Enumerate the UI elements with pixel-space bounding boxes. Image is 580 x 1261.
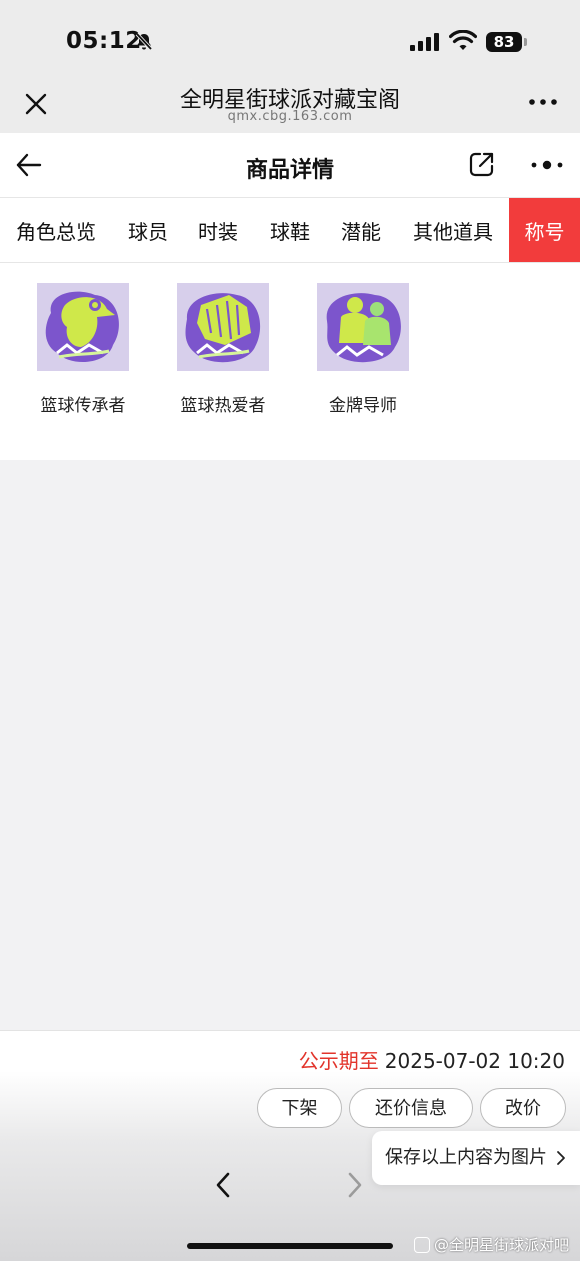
- chevron-right-icon: [556, 1131, 566, 1207]
- bottom-panel: 公示期至 2025-07-02 10:20 下架 还价信息 改价 保存以上内容为图…: [0, 1030, 580, 1261]
- more-options-icon[interactable]: [528, 90, 558, 118]
- title-item[interactable]: 篮球热爱者: [153, 283, 293, 416]
- title-item[interactable]: 金牌导师: [293, 283, 433, 416]
- browser-bar: 全明星街球派对藏宝阁 qmx.cbg.163.com: [0, 72, 580, 133]
- tieba-logo-icon: [414, 1237, 430, 1253]
- page-header: 商品详情: [0, 133, 580, 198]
- tab-players[interactable]: 球员: [128, 198, 168, 262]
- basketball-lover-badge-icon: [177, 283, 269, 371]
- browser-back-icon[interactable]: [213, 1171, 233, 1203]
- cellular-signal-icon: [410, 33, 440, 55]
- tab-outfits[interactable]: 时装: [198, 198, 238, 262]
- tab-role-overview[interactable]: 角色总览: [16, 198, 96, 262]
- titles-grid: 篮球传承者 篮球热爱者 金牌导师: [0, 263, 580, 460]
- tab-other-items[interactable]: 其他道具: [413, 198, 493, 262]
- gold-mentor-badge-icon: [317, 283, 409, 371]
- watermark: @全明星街球派对吧: [414, 1234, 569, 1255]
- browser-url: qmx.cbg.163.com: [227, 109, 353, 124]
- tab-potential[interactable]: 潜能: [341, 198, 381, 262]
- home-indicator: [187, 1243, 393, 1249]
- counter-offer-info-button[interactable]: 还价信息: [349, 1088, 473, 1128]
- deadline-value: 2025-07-02 10:20: [384, 1049, 565, 1073]
- save-as-image-label: 保存以上内容为图片: [385, 1147, 547, 1168]
- status-bar: 05:12 83: [0, 0, 580, 72]
- title-label: 金牌导师: [329, 396, 397, 416]
- title-label: 篮球传承者: [40, 396, 126, 416]
- browser-forward-icon[interactable]: [345, 1171, 365, 1203]
- publicity-deadline: 公示期至 2025-07-02 10:20: [299, 1045, 565, 1074]
- category-tabs: 角色总览 球员 时装 球鞋 潜能 其他道具 称号: [0, 198, 580, 263]
- watermark-text: @全明星街球派对吧: [434, 1236, 570, 1254]
- share-icon[interactable]: [468, 150, 496, 182]
- mute-bell-icon: [134, 32, 154, 56]
- basketball-inheritor-badge-icon: [37, 283, 129, 371]
- title-item[interactable]: 篮球传承者: [13, 283, 153, 416]
- battery-indicator: 83: [486, 32, 527, 52]
- save-as-image-button[interactable]: 保存以上内容为图片: [372, 1131, 580, 1185]
- deadline-label: 公示期至: [298, 1049, 379, 1073]
- title-label: 篮球热爱者: [180, 396, 266, 416]
- status-time: 05:12: [66, 28, 142, 54]
- mini-program-menu-icon[interactable]: [530, 153, 564, 181]
- tab-shoes[interactable]: 球鞋: [270, 198, 310, 262]
- change-price-button[interactable]: 改价: [480, 1088, 566, 1128]
- tab-titles[interactable]: 称号: [509, 198, 580, 262]
- delist-button[interactable]: 下架: [257, 1088, 342, 1128]
- wifi-icon: [448, 29, 478, 56]
